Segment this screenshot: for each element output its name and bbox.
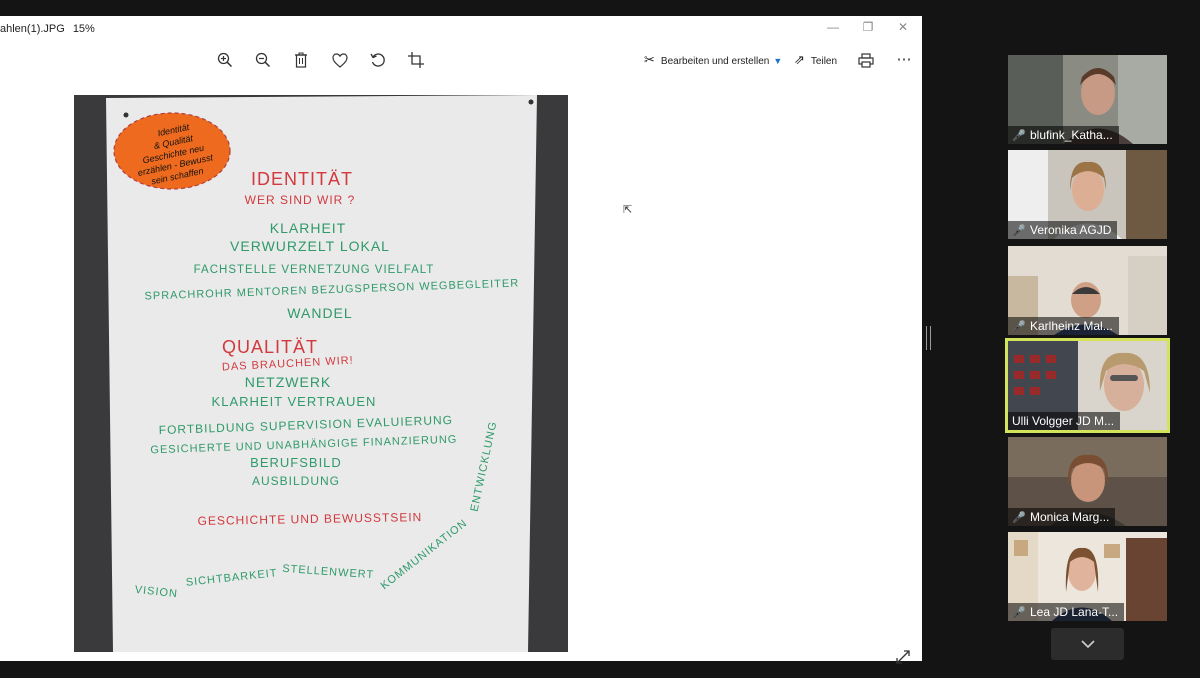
zoom-out-icon — [255, 52, 271, 68]
mic-muted-icon: 🎤 — [1012, 130, 1026, 142]
poster-line: WANDEL — [287, 305, 352, 321]
participant-name-tag: 🎤 blufink_Katha... — [1008, 126, 1119, 144]
participant-tile[interactable]: 🎤 Veronika AGJD — [1008, 150, 1167, 239]
participant-name-tag: Ulli Volgger JD M... — [1008, 412, 1121, 430]
participants-scroll-down-button[interactable] — [1051, 628, 1124, 660]
delete-icon — [295, 52, 307, 68]
zoom-level: 15% — [72, 23, 95, 35]
zoom-out-button[interactable] — [252, 49, 274, 71]
poster-photo: Identität & Qualität Geschichte neu erzä… — [74, 95, 568, 652]
edit-create-button[interactable]: ✂ Bearbeiten und erstellen ▼ — [644, 49, 782, 71]
poster-heading-identity: IDENTITÄT — [251, 169, 353, 189]
mic-muted-icon: 🎤 — [1012, 512, 1026, 524]
edit-create-label: Bearbeiten und erstellen — [660, 56, 770, 67]
crop-icon — [408, 52, 424, 68]
maximize-button[interactable]: ❐ — [858, 20, 878, 34]
poster-line: KLARHEIT VERTRAUEN — [212, 394, 377, 409]
participant-name: blufink_Katha... — [1030, 128, 1113, 142]
favorite-icon — [332, 53, 348, 68]
poster-line: FACHSTELLE VERNETZUNG VIELFALT — [194, 264, 435, 276]
rotate-icon — [370, 53, 385, 67]
more-button[interactable]: ⋯ — [893, 49, 915, 71]
participant-tile[interactable]: 🎤 blufink_Katha... — [1008, 55, 1167, 144]
window-title: ahlen(1).JPG 15% — [0, 23, 95, 35]
participant-name-tag: 🎤 Lea JD Lana-T... — [1008, 603, 1125, 621]
edit-create-icon: ✂ — [644, 52, 655, 67]
participant-name: Monica Marg... — [1030, 510, 1110, 524]
chevron-down-icon — [1080, 640, 1095, 649]
participant-name-tag: 🎤 Monica Marg... — [1008, 508, 1116, 526]
poster-line: VERWURZELT LOKAL — [230, 238, 390, 254]
crop-button[interactable] — [405, 49, 427, 71]
poster-subheading: WER SIND WIR ? — [245, 193, 356, 207]
title-bar: ahlen(1).JPG 15% — ❐ ✕ — [0, 16, 922, 42]
participant-tile[interactable]: 🎤 Lea JD Lana-T... — [1008, 532, 1167, 621]
poster-line: NETZWERK — [245, 374, 332, 390]
panel-resize-handle[interactable] — [926, 326, 931, 350]
share-icon: ⇗ — [794, 52, 805, 67]
delete-button[interactable] — [290, 49, 312, 71]
participant-tile[interactable]: 🎤 Monica Marg... — [1008, 437, 1167, 526]
participant-name: Veronika AGJD — [1030, 223, 1112, 237]
file-name: ahlen(1).JPG — [0, 23, 65, 35]
zoom-in-button[interactable] — [214, 49, 236, 71]
participant-name-tag: 🎤 Veronika AGJD — [1008, 221, 1118, 239]
close-button[interactable]: ✕ — [893, 20, 913, 34]
participant-name: Lea JD Lana-T... — [1030, 605, 1119, 619]
share-label: Teilen — [810, 56, 838, 67]
expand-icon — [896, 650, 910, 664]
zoom-in-icon — [217, 52, 233, 68]
print-icon — [858, 53, 874, 68]
poster-line: BERUFSBILD — [250, 455, 342, 470]
minimize-button[interactable]: — — [823, 20, 843, 34]
participant-name: Ulli Volgger JD M... — [1012, 414, 1115, 428]
participant-tile-active-speaker[interactable]: Ulli Volgger JD M... — [1005, 338, 1170, 433]
poster-line: KLARHEIT — [270, 220, 346, 236]
mouse-cursor-icon: ⇱ — [623, 204, 633, 216]
mic-muted-icon: 🎤 — [1012, 321, 1026, 333]
poster-heading-quality: QUALITÄT — [222, 337, 318, 357]
toolbar: ✂ Bearbeiten und erstellen ▼ ⇗ Teilen ⋯ — [0, 46, 922, 74]
expand-button[interactable] — [894, 649, 912, 667]
participant-name-tag: 🎤 Karlheinz Mal... — [1008, 317, 1119, 335]
favorite-button[interactable] — [329, 49, 351, 71]
print-button[interactable] — [855, 49, 877, 71]
photo-viewer-window: ahlen(1).JPG 15% — ❐ ✕ ✂ Bearbeiten und er… — [0, 16, 922, 664]
participant-name: Karlheinz Mal... — [1030, 319, 1113, 333]
share-button[interactable]: ⇗ Teilen — [794, 49, 837, 71]
rotate-button[interactable] — [367, 49, 389, 71]
participant-tile[interactable]: 🎤 Karlheinz Mal... — [1008, 246, 1167, 335]
chevron-down-icon: ▼ — [773, 56, 783, 66]
mic-muted-icon: 🎤 — [1012, 225, 1026, 237]
mic-muted-icon: 🎤 — [1012, 607, 1026, 619]
poster-line: AUSBILDUNG — [252, 474, 340, 488]
